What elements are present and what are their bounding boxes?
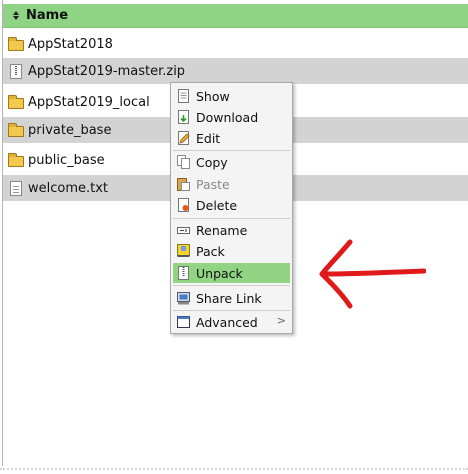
menu-item-label: Download <box>196 109 259 125</box>
menu-separator <box>173 310 290 311</box>
context-menu: Show Download Edit Copy Paste Delete Ren… <box>170 82 293 334</box>
menu-item-rename[interactable]: Rename <box>173 220 290 240</box>
menu-item-label: Share Link <box>196 290 262 306</box>
sort-icon[interactable] <box>11 11 21 20</box>
name-column-header[interactable]: Name <box>3 4 468 28</box>
pack-icon <box>177 244 190 257</box>
delete-icon <box>178 198 189 212</box>
download-icon <box>178 110 189 124</box>
menu-item-label: Paste <box>196 176 230 192</box>
menu-item-paste[interactable]: Paste <box>173 174 290 194</box>
file-name: public_base <box>28 152 105 168</box>
folder-icon <box>8 123 24 137</box>
folder-icon <box>8 37 24 51</box>
menu-item-label: Delete <box>196 197 238 213</box>
menu-item-label: Edit <box>196 130 221 146</box>
menu-item-label: Copy <box>196 154 228 170</box>
file-row-appstat2019-master-zip[interactable]: AppStat2019-master.zip <box>3 58 468 84</box>
menu-item-label: Advanced <box>196 314 258 330</box>
file-name: private_base <box>28 122 112 138</box>
file-row-appstat2018[interactable]: AppStat2018 <box>3 31 468 57</box>
menu-item-advanced[interactable]: Advanced > <box>173 312 290 332</box>
text-file-icon <box>10 180 22 196</box>
menu-item-unpack[interactable]: Unpack <box>173 263 290 283</box>
menu-item-label: Pack <box>196 243 225 259</box>
menu-item-label: Unpack <box>196 265 243 281</box>
menu-item-show[interactable]: Show <box>173 86 290 106</box>
share-link-icon <box>177 292 190 305</box>
folder-icon <box>8 153 24 167</box>
file-name: AppStat2019_local <box>28 94 150 110</box>
bottom-dotted-border <box>0 468 468 470</box>
file-name: AppStat2019-master.zip <box>28 63 186 79</box>
show-icon <box>178 89 189 103</box>
menu-separator <box>173 218 290 219</box>
submenu-chevron-icon: > <box>276 314 286 327</box>
unpack-icon <box>178 266 189 280</box>
menu-item-download[interactable]: Download <box>173 107 290 127</box>
name-header-label: Name <box>26 8 69 23</box>
menu-item-edit[interactable]: Edit <box>173 128 290 148</box>
zip-file-icon <box>10 63 22 79</box>
rename-icon <box>177 227 190 234</box>
menu-item-share-link[interactable]: Share Link <box>173 288 290 308</box>
paste-icon <box>177 178 190 191</box>
red-annotation-arrow-icon <box>319 239 426 309</box>
menu-item-copy[interactable]: Copy <box>173 152 290 172</box>
menu-item-pack[interactable]: Pack <box>173 241 290 261</box>
menu-separator <box>173 150 290 151</box>
menu-separator <box>173 285 290 286</box>
folder-icon <box>8 95 24 109</box>
menu-item-label: Show <box>196 88 230 104</box>
menu-item-label: Rename <box>196 222 248 238</box>
advanced-icon <box>177 316 190 328</box>
file-name: AppStat2018 <box>28 36 113 52</box>
copy-icon <box>177 155 190 169</box>
menu-item-delete[interactable]: Delete <box>173 195 290 215</box>
file-name: welcome.txt <box>28 180 109 196</box>
edit-icon <box>178 131 190 145</box>
